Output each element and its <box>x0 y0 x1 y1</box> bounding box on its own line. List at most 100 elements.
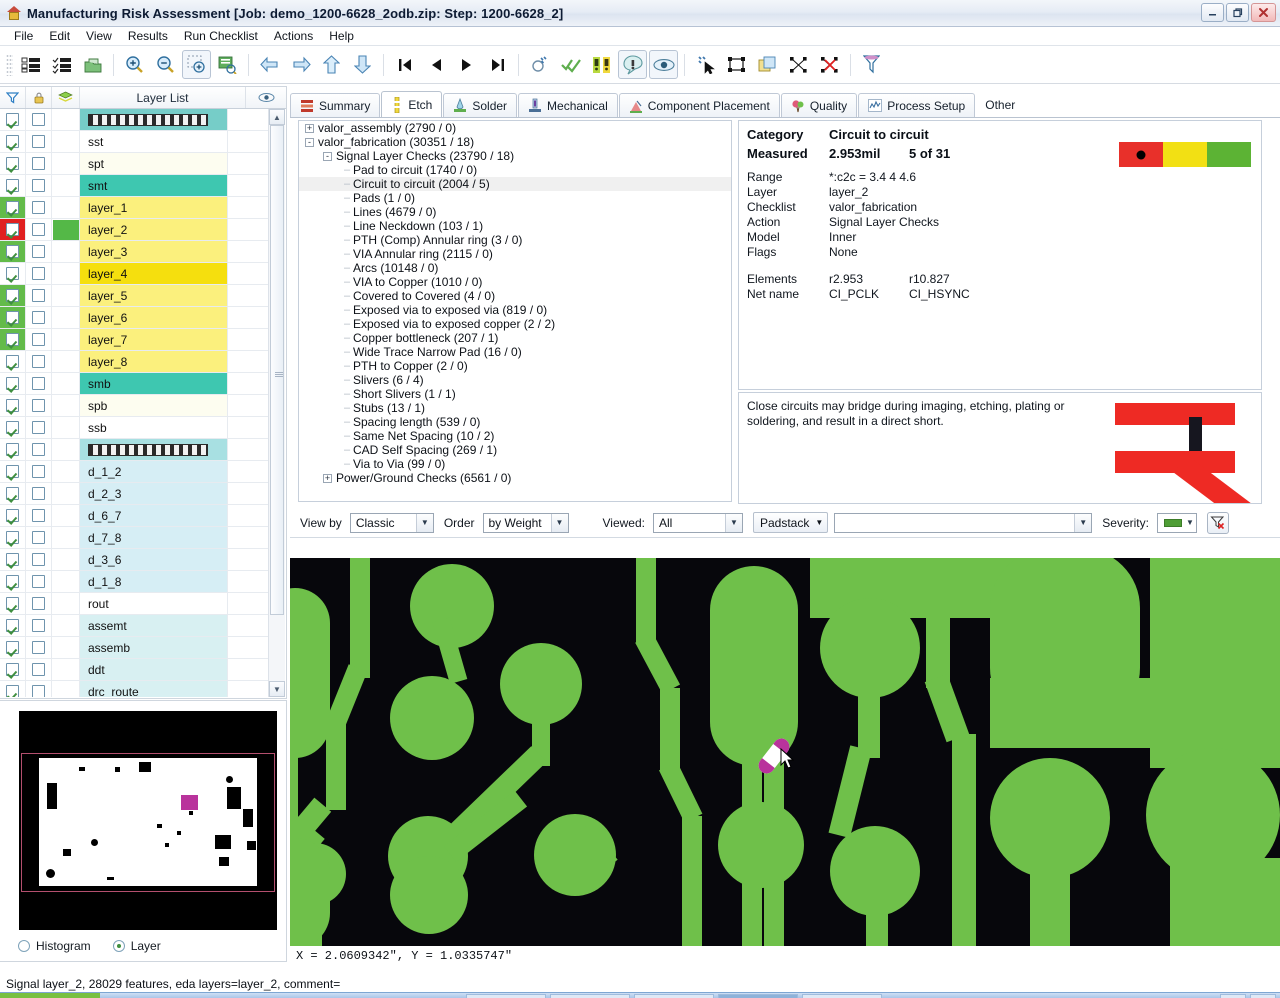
collapse-icon[interactable]: - <box>323 151 332 161</box>
layer-lock-checkbox[interactable] <box>26 637 52 658</box>
layer-lock-checkbox[interactable] <box>26 329 52 350</box>
layer-rows[interactable]: sst spt smt layer_1 layer_2 layer_3 layer_4 lay… <box>0 109 268 697</box>
open-package-icon[interactable] <box>78 50 107 79</box>
expand-icon[interactable]: + <box>323 473 332 483</box>
tree-node[interactable]: - Signal Layer Checks (23790 / 18) <box>299 149 731 163</box>
collapse-icon[interactable]: - <box>305 137 314 147</box>
layer-row-d_2_3[interactable]: d_2_3 <box>0 483 268 505</box>
layer-lock-checkbox[interactable] <box>26 395 52 416</box>
tree-node[interactable]: – Lines (4679 / 0) <box>299 205 731 219</box>
layer-row-assemt[interactable]: assemt <box>0 615 268 637</box>
previous-item-icon[interactable] <box>421 50 450 79</box>
severity-select[interactable]: ▼ <box>1156 512 1197 533</box>
layer-row-layer_7[interactable]: layer_7 <box>0 329 268 351</box>
tree-node[interactable]: – Exposed via to exposed via (819 / 0) <box>299 303 731 317</box>
start-button[interactable] <box>0 993 100 998</box>
board-minimap[interactable] <box>19 711 277 930</box>
layer-lock-checkbox[interactable] <box>26 417 52 438</box>
highlight-defect-icon[interactable] <box>618 50 647 79</box>
layer-visible-checkbox[interactable] <box>0 417 26 438</box>
layer-lock-checkbox[interactable] <box>26 373 52 394</box>
minimap-viewport-marker[interactable] <box>181 795 198 810</box>
layer-color-swatch[interactable] <box>52 659 80 680</box>
layer-lock-checkbox[interactable] <box>26 527 52 548</box>
layer-visible-checkbox[interactable] <box>0 593 26 614</box>
expand-icon[interactable]: + <box>305 123 314 133</box>
layer-lock-checkbox[interactable] <box>26 109 52 130</box>
filter-icon[interactable] <box>0 87 26 108</box>
layer-row-layer_8[interactable]: layer_8 <box>0 351 268 373</box>
tree-node[interactable]: – Wide Trace Narrow Pad (16 / 0) <box>299 345 731 359</box>
layer-visible-checkbox[interactable] <box>0 615 26 636</box>
zoom-report-icon[interactable] <box>213 50 242 79</box>
severity-flags-icon[interactable] <box>587 50 616 79</box>
layer-lock-checkbox[interactable] <box>26 549 52 570</box>
layer-visible-checkbox[interactable] <box>0 175 26 196</box>
tree-node[interactable]: – VIA Annular ring (2115 / 0) <box>299 247 731 261</box>
tree-node[interactable]: – Circuit to circuit (2004 / 5) <box>299 177 731 191</box>
select-box-icon[interactable] <box>722 50 751 79</box>
taskbar-item[interactable] <box>802 994 882 998</box>
layer-row-drill-top-pattern[interactable] <box>0 109 268 131</box>
tab-etch[interactable]: Etch <box>381 91 443 117</box>
clear-selection-icon[interactable] <box>815 50 844 79</box>
tree-node[interactable]: – Pad to circuit (1740 / 0) <box>299 163 731 177</box>
layer-color-swatch[interactable] <box>52 505 80 526</box>
layer-visible-checkbox[interactable] <box>0 329 26 350</box>
tree-node[interactable]: – Same Net Spacing (10 / 2) <box>299 429 731 443</box>
menu-help[interactable]: Help <box>321 28 362 44</box>
layer-row-ssb[interactable]: ssb <box>0 417 268 439</box>
layer-lock-checkbox[interactable] <box>26 307 52 328</box>
layer-lock-checkbox[interactable] <box>26 615 52 636</box>
tree-node[interactable]: – VIA to Copper (1010 / 0) <box>299 275 731 289</box>
layer-color-swatch[interactable] <box>52 351 80 372</box>
taskbar-item[interactable] <box>550 994 630 998</box>
layer-lock-checkbox[interactable] <box>26 571 52 592</box>
layer-lock-checkbox[interactable] <box>26 439 52 460</box>
layer-lock-checkbox[interactable] <box>26 285 52 306</box>
layer-row-layer_1[interactable]: layer_1 <box>0 197 268 219</box>
layer-visible-checkbox[interactable] <box>0 373 26 394</box>
layer-list-scrollbar[interactable]: ▲ ▼ <box>268 109 285 697</box>
radio-layer[interactable]: Layer <box>112 939 161 953</box>
order-select[interactable]: by Weight ▼ <box>482 512 569 533</box>
layer-color-swatch[interactable] <box>52 439 80 460</box>
layer-color-swatch[interactable] <box>52 395 80 416</box>
layer-color-swatch[interactable] <box>52 263 80 284</box>
tab-process-setup[interactable]: Process Setup <box>858 93 976 117</box>
tree-node[interactable]: – Exposed via to exposed copper (2 / 2) <box>299 317 731 331</box>
tree-node[interactable]: – Spacing length (539 / 0) <box>299 415 731 429</box>
layer-visible-checkbox[interactable] <box>0 659 26 680</box>
layer-row-smt[interactable]: smt <box>0 175 268 197</box>
tree-node[interactable]: – CAD Self Spacing (269 / 1) <box>299 443 731 457</box>
checklist-tree[interactable]: + valor_assembly (2790 / 0) - valor_fabrica… <box>298 120 732 502</box>
pcb-canvas[interactable] <box>290 558 1280 946</box>
layer-color-swatch[interactable] <box>52 637 80 658</box>
layer-row-rout[interactable]: rout <box>0 593 268 615</box>
menu-view[interactable]: View <box>78 28 120 44</box>
layer-row-d_1_8[interactable]: d_1_8 <box>0 571 268 593</box>
layer-lock-checkbox[interactable] <box>26 175 52 196</box>
layer-visible-checkbox[interactable] <box>0 197 26 218</box>
viewby-select[interactable]: Classic ▼ <box>349 512 434 533</box>
layer-visible-checkbox[interactable] <box>0 395 26 416</box>
tree-node[interactable]: - valor_fabrication (30351 / 18) <box>299 135 731 149</box>
layer-row-ddt[interactable]: ddt <box>0 659 268 681</box>
tab-other[interactable]: Other <box>976 93 1024 117</box>
taskbar-tray[interactable] <box>1220 994 1246 998</box>
tab-mechanical[interactable]: Mechanical <box>518 93 618 117</box>
menu-file[interactable]: File <box>6 28 41 44</box>
layer-color-swatch[interactable] <box>52 615 80 636</box>
layer-color-swatch[interactable] <box>52 241 80 262</box>
tree-node[interactable]: – Slivers (6 / 4) <box>299 373 731 387</box>
tree-node[interactable]: – Short Slivers (1 / 1) <box>299 387 731 401</box>
layer-row-spt[interactable]: spt <box>0 153 268 175</box>
layer-color-swatch[interactable] <box>52 483 80 504</box>
menu-run-checklist[interactable]: Run Checklist <box>176 28 266 44</box>
taskbar-clock[interactable] <box>1250 994 1276 998</box>
layer-row-assemb[interactable]: assemb <box>0 637 268 659</box>
layer-color-swatch[interactable] <box>52 571 80 592</box>
tab-summary[interactable]: Summary <box>290 93 381 117</box>
list-view-icon[interactable] <box>16 50 45 79</box>
layer-row-layer_5[interactable]: layer_5 <box>0 285 268 307</box>
